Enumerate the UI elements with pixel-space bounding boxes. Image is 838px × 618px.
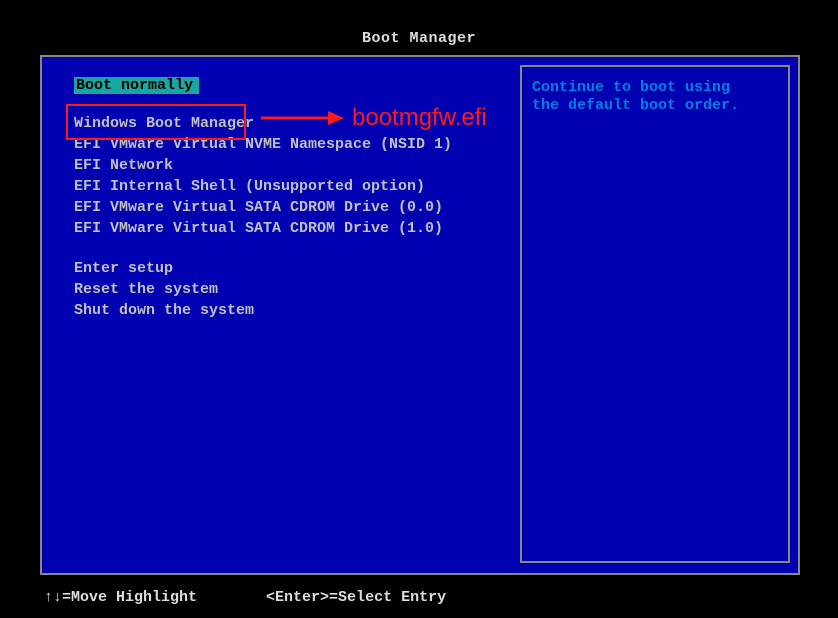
info-text-line1: Continue to boot using: [532, 79, 778, 97]
page-title: Boot Manager: [0, 0, 838, 57]
footer-hints: ↑↓=Move Highlight <Enter>=Select Entry: [44, 589, 506, 606]
menu-item-efi-nvme[interactable]: EFI VMware Virtual NVME Namespace (NSID …: [74, 135, 452, 155]
menu-item-windows-boot-manager[interactable]: Windows Boot Manager: [74, 114, 452, 134]
menu-item-efi-cdrom-1[interactable]: EFI VMware Virtual SATA CDROM Drive (1.0…: [74, 219, 452, 239]
menu-item-efi-cdrom-0[interactable]: EFI VMware Virtual SATA CDROM Drive (0.0…: [74, 198, 452, 218]
info-panel: Continue to boot using the default boot …: [520, 65, 790, 563]
menu-item-enter-setup[interactable]: Enter setup: [74, 259, 452, 279]
hint-select: <Enter>=Select Entry: [266, 589, 446, 606]
hint-move: ↑↓=Move Highlight: [44, 589, 197, 606]
boot-menu-list: Boot normally Windows Boot Manager EFI V…: [74, 77, 452, 322]
boot-manager-panel: Boot normally Windows Boot Manager EFI V…: [40, 55, 800, 575]
menu-item-boot-normally[interactable]: Boot normally: [74, 77, 199, 94]
menu-item-shutdown-system[interactable]: Shut down the system: [74, 301, 452, 321]
menu-item-efi-network[interactable]: EFI Network: [74, 156, 452, 176]
info-text-line2: the default boot order.: [532, 97, 778, 115]
menu-item-efi-shell[interactable]: EFI Internal Shell (Unsupported option): [74, 177, 452, 197]
menu-item-reset-system[interactable]: Reset the system: [74, 280, 452, 300]
